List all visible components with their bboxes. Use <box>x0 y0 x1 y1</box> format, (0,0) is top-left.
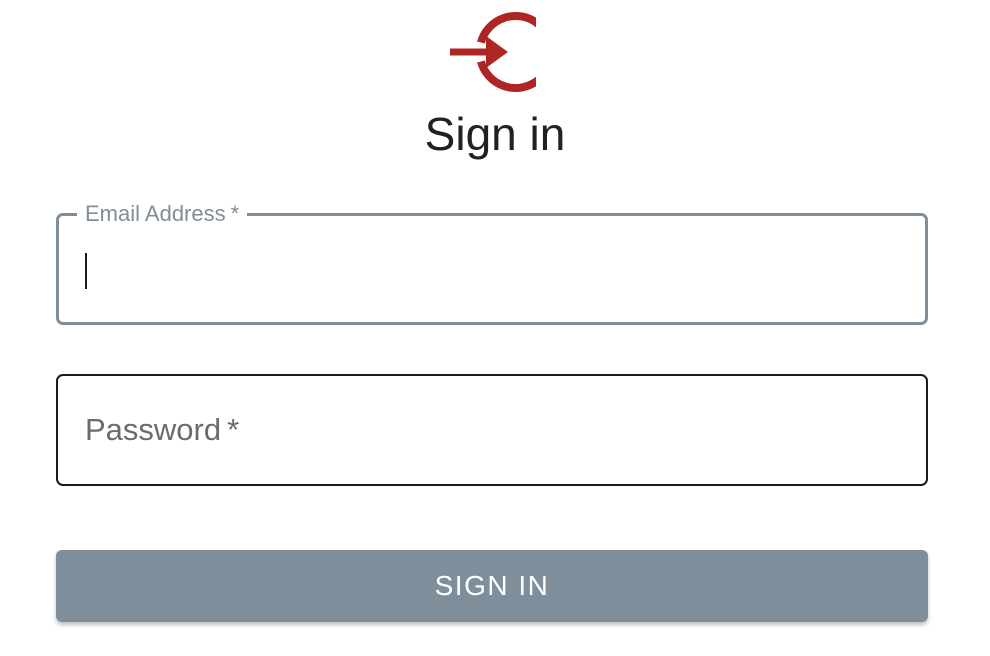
password-field[interactable]: Password * <box>56 374 928 486</box>
password-required-marker: * <box>227 412 240 447</box>
password-label-text: Password <box>85 412 222 447</box>
login-arrow-icon <box>446 12 556 92</box>
sign-in-button[interactable]: SIGN IN <box>56 550 928 622</box>
text-cursor <box>85 253 87 289</box>
email-field[interactable]: Email Address * <box>56 202 928 325</box>
page-title: Sign in <box>424 108 566 160</box>
password-field-label: Password * <box>85 411 239 449</box>
email-field-label: Email Address * <box>77 201 248 226</box>
email-label-text: Email Address <box>85 201 226 226</box>
email-required-marker: * <box>230 201 240 226</box>
